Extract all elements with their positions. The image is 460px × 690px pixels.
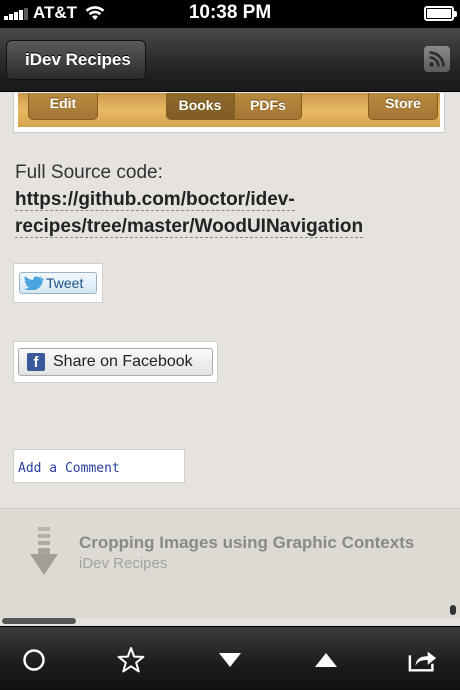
back-button[interactable]: iDev Recipes xyxy=(6,40,146,80)
share-on-facebook-button[interactable]: f Share on Facebook xyxy=(18,348,213,376)
bottom-toolbar xyxy=(0,626,460,690)
next-article-source: iDev Recipes xyxy=(79,555,168,572)
add-comment-link[interactable]: Add a Comment xyxy=(18,461,120,476)
wood-books-segment: Books xyxy=(166,93,234,120)
status-bar: AT&T 10:38 PM xyxy=(0,0,460,28)
twitter-bird-icon xyxy=(24,276,44,290)
vertical-scroll-indicator xyxy=(450,605,456,615)
wood-store-button: Store xyxy=(368,93,438,120)
horizontal-scroll-indicator xyxy=(2,618,76,624)
navigation-bar: iDev Recipes xyxy=(0,28,460,92)
status-time: 10:38 PM xyxy=(188,2,272,23)
wood-toolbar-image: Edit Books PDFs Store xyxy=(13,93,445,133)
up-arrow-icon xyxy=(315,653,337,667)
facebook-widget: f Share on Facebook xyxy=(13,341,218,383)
facebook-icon: f xyxy=(27,353,45,371)
down-arrow-icon xyxy=(30,527,58,575)
share-button[interactable] xyxy=(408,645,438,675)
comment-widget: Add a Comment xyxy=(13,449,185,483)
tweet-label: Tweet xyxy=(46,275,84,291)
circle-icon xyxy=(23,649,45,671)
share-icon xyxy=(408,651,437,672)
source-prefix: Full Source code: xyxy=(15,162,163,183)
tweet-widget: Tweet xyxy=(13,263,103,303)
rss-icon xyxy=(429,51,445,67)
back-button-label: iDev Recipes xyxy=(25,50,131,69)
rss-button[interactable] xyxy=(424,46,450,72)
previous-article-button[interactable] xyxy=(311,645,341,675)
favorite-button[interactable] xyxy=(116,645,146,675)
wood-edit-button: Edit xyxy=(28,93,98,120)
wood-toolbar: Edit Books PDFs Store xyxy=(18,93,440,127)
circle-button[interactable] xyxy=(19,645,49,675)
wood-pdfs-segment: PDFs xyxy=(234,93,302,120)
next-article-button[interactable] xyxy=(215,645,245,675)
battery-icon xyxy=(424,6,457,21)
article-content: Edit Books PDFs Store Full Source code: … xyxy=(0,93,460,508)
next-article-panel[interactable]: Cropping Images using Graphic Contexts i… xyxy=(0,508,460,618)
down-arrow-icon xyxy=(219,653,241,667)
source-code-link[interactable]: https://github.com/boctor/idev-recipes/t… xyxy=(15,189,364,238)
facebook-label: Share on Facebook xyxy=(53,353,193,370)
source-code-paragraph: Full Source code: https://github.com/boc… xyxy=(15,159,435,240)
tweet-button[interactable]: Tweet xyxy=(19,272,97,294)
star-icon xyxy=(117,647,145,673)
next-article-title: Cropping Images using Graphic Contexts xyxy=(79,533,415,552)
